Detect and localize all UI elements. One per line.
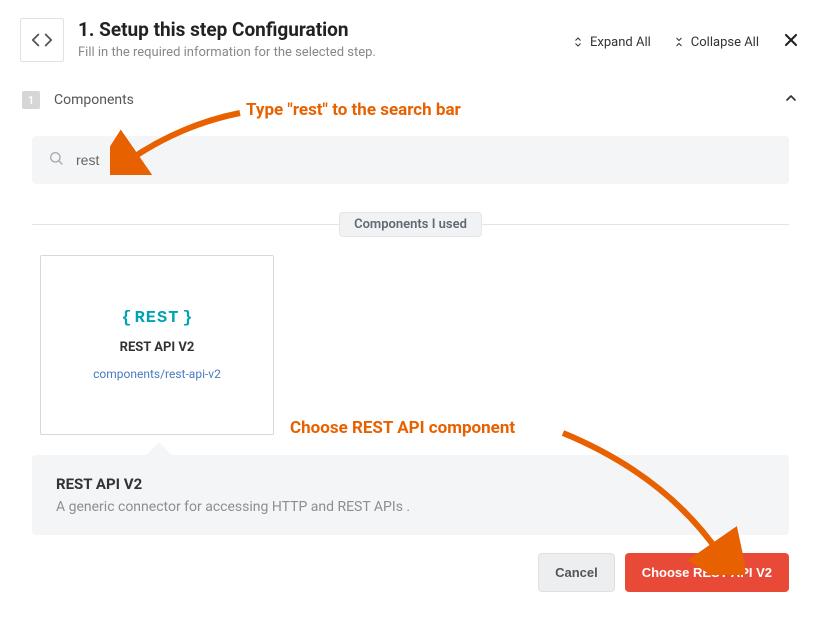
close-button[interactable] [781, 30, 801, 54]
card-title: REST API V2 [120, 340, 195, 355]
divider-line [482, 224, 789, 225]
brace-right: } [182, 309, 192, 328]
section-divider: Components I used [32, 212, 789, 237]
page-subtitle: Fill in the required information for the… [78, 45, 558, 60]
step-number-badge: 1 [22, 91, 40, 109]
search-input[interactable] [76, 152, 773, 168]
component-card-rest-api[interactable]: { REST } REST API V2 components/rest-api… [40, 255, 274, 435]
component-card-row: { REST } REST API V2 components/rest-api… [0, 255, 821, 435]
cancel-button[interactable]: Cancel [538, 553, 615, 592]
page-title: 1. Setup this step Configuration [78, 18, 558, 41]
search-bar[interactable] [32, 136, 789, 184]
dialog-button-row: Cancel Choose REST API V2 [0, 535, 821, 592]
section-header[interactable]: 1 Components [0, 80, 821, 122]
choose-component-button[interactable]: Choose REST API V2 [625, 553, 789, 592]
detail-title: REST API V2 [56, 475, 765, 493]
detail-description: A generic connector for accessing HTTP a… [56, 499, 765, 515]
expand-all-label: Expand All [590, 35, 651, 50]
section-title: Components [54, 92, 769, 108]
component-detail-panel: REST API V2 A generic connector for acce… [32, 455, 789, 535]
search-icon [48, 150, 64, 170]
expand-all-button[interactable]: Expand All [572, 35, 651, 50]
brace-left: { [121, 309, 131, 328]
dialog-header: 1. Setup this step Configuration Fill in… [0, 0, 821, 80]
components-used-label: Components I used [339, 212, 482, 237]
rest-logo: { REST } [121, 309, 192, 328]
rest-logo-text: REST [135, 309, 180, 328]
collapse-all-label: Collapse All [691, 35, 759, 50]
collapse-all-button[interactable]: Collapse All [673, 35, 759, 50]
card-subtitle: components/rest-api-v2 [93, 367, 221, 381]
header-actions: Expand All Collapse All [572, 18, 801, 54]
code-icon [20, 18, 64, 62]
header-text-block: 1. Setup this step Configuration Fill in… [78, 18, 558, 60]
divider-line [32, 224, 339, 225]
search-container [0, 136, 821, 184]
collapse-section-button[interactable] [783, 90, 799, 110]
